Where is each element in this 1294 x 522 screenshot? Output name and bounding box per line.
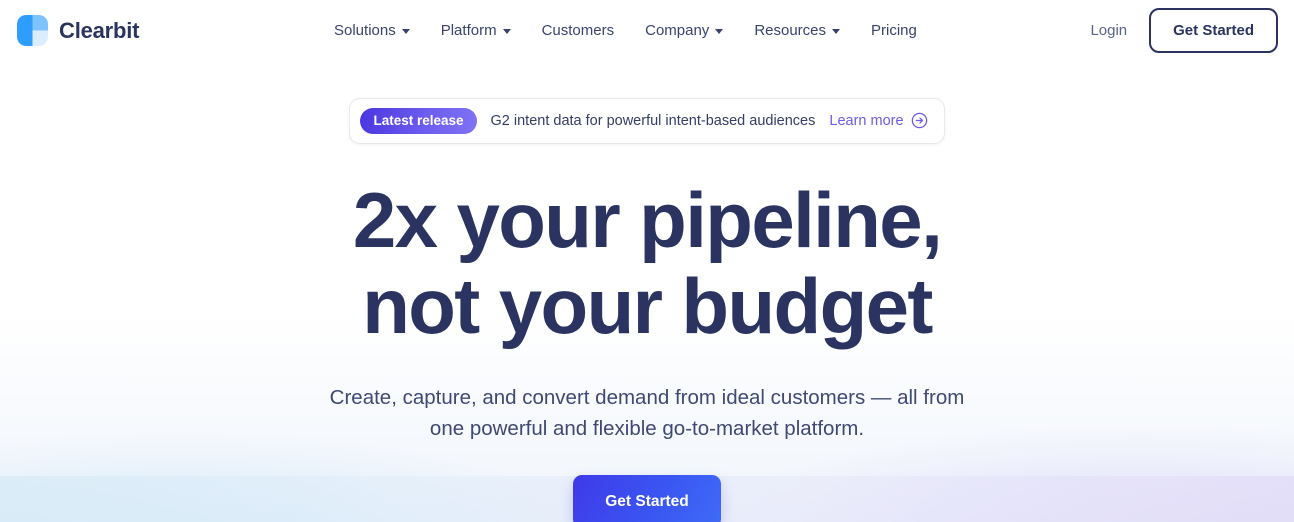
hero-title: 2x your pipeline, not your budget bbox=[0, 177, 1294, 349]
hero-title-line-1: 2x your pipeline, bbox=[352, 175, 943, 264]
nav-item-solutions[interactable]: Solutions bbox=[334, 22, 410, 39]
announcement-text: G2 intent data for powerful intent-based… bbox=[490, 112, 816, 129]
nav-item-label: Pricing bbox=[871, 22, 917, 39]
nav-item-pricing[interactable]: Pricing bbox=[871, 22, 917, 39]
login-link[interactable]: Login bbox=[1090, 22, 1127, 39]
nav-item-platform[interactable]: Platform bbox=[441, 22, 511, 39]
announcement-badge: Latest release bbox=[360, 108, 477, 134]
brand-name: Clearbit bbox=[59, 17, 140, 43]
announcement-learn-more-link[interactable]: Learn more bbox=[829, 112, 927, 129]
hero-get-started-button[interactable]: Get Started bbox=[573, 474, 721, 522]
chevron-down-icon bbox=[715, 29, 724, 34]
nav-item-label: Resources bbox=[754, 22, 827, 39]
main-navigation: Solutions Platform Customers Company Res… bbox=[334, 0, 917, 61]
clearbit-logo-mark-icon bbox=[17, 15, 48, 46]
nav-item-company[interactable]: Company bbox=[645, 22, 724, 39]
learn-more-label: Learn more bbox=[829, 112, 904, 129]
nav-item-resources[interactable]: Resources bbox=[754, 22, 841, 39]
site-header: Clearbit Solutions Platform Customers Co… bbox=[0, 0, 1294, 61]
chevron-down-icon bbox=[502, 29, 511, 34]
chevron-down-icon bbox=[401, 29, 410, 34]
nav-item-label: Customers bbox=[541, 22, 615, 39]
header-get-started-button[interactable]: Get Started bbox=[1149, 8, 1278, 53]
brand-logo-link[interactable]: Clearbit bbox=[17, 15, 140, 46]
hero-section: Latest release G2 intent data for powerf… bbox=[0, 61, 1294, 522]
hero-subtitle-line-2: one powerful and flexible go-to-market p… bbox=[429, 416, 865, 440]
nav-item-label: Company bbox=[645, 22, 710, 39]
hero-subtitle-line-1: Create, capture, and convert demand from… bbox=[329, 385, 965, 409]
page-root: Clearbit Solutions Platform Customers Co… bbox=[0, 0, 1294, 522]
hero-title-line-2: not your budget bbox=[362, 261, 933, 350]
announcement-banner[interactable]: Latest release G2 intent data for powerf… bbox=[349, 98, 945, 144]
nav-item-customers[interactable]: Customers bbox=[542, 22, 615, 39]
hero-subtitle: Create, capture, and convert demand from… bbox=[0, 382, 1294, 444]
arrow-right-circle-icon bbox=[911, 112, 927, 129]
chevron-down-icon bbox=[832, 29, 841, 34]
nav-item-label: Solutions bbox=[334, 22, 396, 39]
header-actions: Login Get Started bbox=[1090, 8, 1278, 53]
hero-cta-container: Get Started bbox=[0, 474, 1294, 522]
nav-item-label: Platform bbox=[440, 22, 497, 39]
